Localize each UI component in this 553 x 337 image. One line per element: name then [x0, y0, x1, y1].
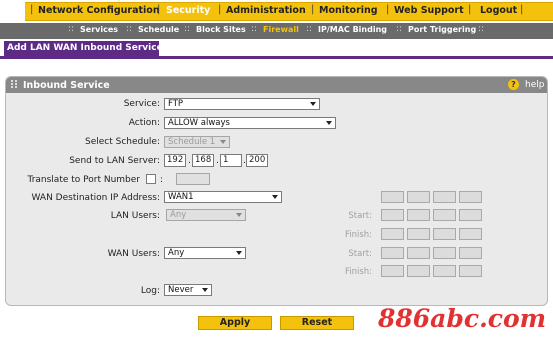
translate-port-colon: : [160, 175, 164, 185]
octet-separator: . [216, 156, 219, 166]
wan-start-ip-octet [381, 247, 404, 259]
lan-server-label: Send to LAN Server: [69, 156, 160, 166]
chevron-down-icon [236, 251, 242, 255]
service-select[interactable]: FTP [164, 98, 320, 110]
top-nav-separator: | [311, 4, 315, 15]
schedule-label: Select Schedule: [84, 137, 160, 147]
sub-nav-separator: :: [126, 24, 133, 34]
chevron-down-icon [326, 121, 332, 125]
wan-destination-select[interactable]: WAN1 [164, 191, 282, 203]
lan-start-ip-octet [407, 209, 430, 221]
lan-server-octet-1[interactable]: 192 [164, 154, 186, 167]
wan-dest-ip-octet [433, 191, 456, 203]
lan-users-label: LAN Users: [110, 211, 160, 221]
log-label: Log: [140, 286, 160, 296]
sub-nav-separator: :: [68, 24, 75, 34]
nav-monitoring[interactable]: Monitoring [319, 5, 378, 16]
lan-finish-label: Finish: [344, 230, 372, 240]
top-nav-separator: | [386, 4, 390, 15]
apply-button[interactable]: Apply [198, 316, 272, 330]
wan-destination-label: WAN Destination IP Address: [31, 193, 160, 203]
grip-icon [11, 80, 18, 89]
chevron-down-icon [236, 213, 242, 217]
sub-nav-separator: :: [396, 24, 403, 34]
action-label: Action: [128, 118, 160, 128]
wan-finish-ip-octet [433, 265, 456, 277]
chevron-down-icon [202, 288, 208, 292]
translate-port-input [176, 173, 210, 185]
help-link[interactable]: help [525, 80, 544, 90]
wan-dest-ip-octet [459, 191, 482, 203]
lan-finish-ip-octet [381, 228, 404, 240]
lan-server-octet-4[interactable]: 200 [246, 154, 268, 167]
translate-port-checkbox[interactable] [146, 174, 156, 184]
service-label: Service: [123, 99, 160, 109]
watermark: 886abc.com [378, 304, 547, 333]
lan-finish-ip-octet [407, 228, 430, 240]
sub-nav: :: Services :: Schedule :: Block Sites :… [0, 23, 553, 39]
wan-start-ip-octet [459, 247, 482, 259]
wan-users-select[interactable]: Any [164, 247, 246, 259]
action-select[interactable]: ALLOW always [164, 117, 336, 129]
nav-logout[interactable]: Logout [480, 5, 517, 16]
help-icon[interactable]: ? [508, 79, 519, 90]
lan-start-ip-octet [459, 209, 482, 221]
subnav-schedule[interactable]: Schedule [138, 25, 179, 34]
top-nav-separator: | [520, 4, 524, 15]
chevron-down-icon [310, 102, 316, 106]
top-nav-separator: | [157, 4, 161, 15]
subnav-firewall[interactable]: Firewall [263, 25, 299, 34]
top-nav-separator: | [468, 4, 472, 15]
top-nav-separator: | [30, 4, 34, 15]
lan-start-label: Start: [348, 211, 372, 221]
subnav-ip-mac-binding[interactable]: IP/MAC Binding [318, 25, 387, 34]
page-tab: Add LAN WAN Inbound Service [4, 41, 163, 56]
wan-finish-ip-octet [407, 265, 430, 277]
sub-nav-separator: :: [306, 24, 313, 34]
chevron-down-icon [272, 195, 278, 199]
panel-title: Inbound Service [23, 80, 110, 91]
wan-finish-ip-octet [459, 265, 482, 277]
wan-dest-ip-octet [407, 191, 430, 203]
wan-finish-ip-octet [381, 265, 404, 277]
subnav-services[interactable]: Services [80, 25, 118, 34]
lan-start-ip-octet [381, 209, 404, 221]
lan-finish-ip-octet [459, 228, 482, 240]
wan-dest-ip-octet [381, 191, 404, 203]
top-nav-separator: | [218, 4, 222, 15]
wan-finish-label: Finish: [344, 267, 372, 277]
reset-button[interactable]: Reset [280, 316, 354, 330]
lan-finish-ip-octet [433, 228, 456, 240]
tab-underline [0, 56, 553, 59]
schedule-select: Schedule 1 [164, 136, 230, 148]
nav-network-configuration[interactable]: Network Configuration [38, 5, 160, 16]
nav-web-support[interactable]: Web Support [394, 5, 464, 16]
sub-nav-separator: :: [251, 24, 258, 34]
log-select[interactable]: Never [164, 284, 212, 296]
chevron-down-icon [220, 140, 226, 144]
subnav-block-sites[interactable]: Block Sites [196, 25, 246, 34]
octet-separator: . [188, 156, 191, 166]
panel-header: Inbound Service ? help [6, 77, 547, 93]
lan-server-octet-3[interactable]: 1 [220, 154, 242, 167]
lan-server-octet-2[interactable]: 168 [192, 154, 214, 167]
sub-nav-separator: :: [184, 24, 191, 34]
wan-users-label: WAN Users: [107, 249, 160, 259]
subnav-port-triggering[interactable]: Port Triggering [408, 25, 476, 34]
wan-start-ip-octet [433, 247, 456, 259]
top-nav: | Network Configuration | Security | Adm… [0, 0, 553, 23]
nav-security[interactable]: Security [166, 5, 210, 16]
lan-users-select: Any [166, 209, 246, 221]
sub-nav-separator: :: [478, 24, 485, 34]
nav-administration[interactable]: Administration [226, 5, 306, 16]
lan-start-ip-octet [433, 209, 456, 221]
translate-port-label: Translate to Port Number [27, 175, 140, 185]
wan-start-label: Start: [348, 249, 372, 259]
wan-start-ip-octet [407, 247, 430, 259]
